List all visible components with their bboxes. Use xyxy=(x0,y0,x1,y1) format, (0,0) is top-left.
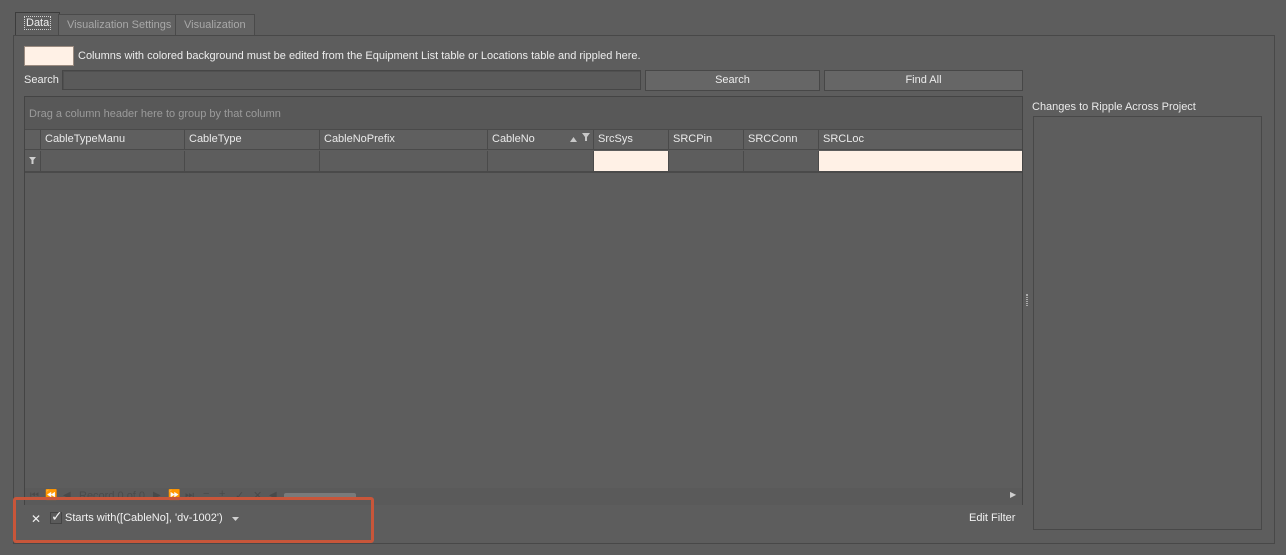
column-header-label: SRCPin xyxy=(673,133,713,145)
tab-visualization[interactable]: Visualization xyxy=(175,14,255,35)
filter-cell-srcpin[interactable] xyxy=(669,151,744,173)
colored-background-swatch xyxy=(24,46,74,66)
column-header-cablenoprefix[interactable]: CableNoPrefix xyxy=(320,130,488,150)
column-header-label: CableType xyxy=(189,133,242,145)
filter-icon[interactable] xyxy=(582,133,590,141)
filter-cell-cabletype[interactable] xyxy=(185,151,320,173)
column-header-cabletype[interactable]: CableType xyxy=(185,130,320,150)
ripple-changes-title: Changes to Ripple Across Project xyxy=(1032,101,1196,113)
filter-cell-cablenoprefix[interactable] xyxy=(320,151,488,173)
colored-columns-notice: Columns with colored background must be … xyxy=(78,50,641,62)
column-header-cableno[interactable]: CableNo xyxy=(488,130,594,150)
tab-data-label: Data xyxy=(24,16,52,30)
edit-filter-button[interactable]: Edit Filter xyxy=(969,512,1015,524)
panel-splitter[interactable] xyxy=(1026,294,1028,306)
filter-cell-cableno[interactable] xyxy=(488,151,594,173)
filter-cell-srcsys[interactable] xyxy=(594,151,669,173)
column-header-label: SRCConn xyxy=(748,133,798,145)
column-header-label: CableNo xyxy=(492,133,535,145)
sort-ascending-icon xyxy=(570,137,577,142)
column-header-cabletypemanu[interactable]: CableTypeManu xyxy=(41,130,185,150)
filter-cell-srcconn[interactable] xyxy=(744,151,819,173)
filter-cell-cabletypemanu[interactable] xyxy=(41,151,185,173)
column-header-label: SrcSys xyxy=(598,133,633,145)
filter-row-indicator xyxy=(25,151,41,173)
search-input[interactable] xyxy=(62,70,641,90)
filter-cell-srcloc[interactable] xyxy=(819,151,1022,173)
scroll-right-icon[interactable]: ▶ xyxy=(1010,490,1016,499)
column-header-srcpin[interactable]: SRCPin xyxy=(669,130,744,150)
search-label: Search xyxy=(24,74,59,86)
group-panel-hint: Drag a column header here to group by th… xyxy=(29,108,281,120)
filter-highlight-box xyxy=(13,497,374,543)
column-header-label: CableNoPrefix xyxy=(324,133,395,145)
column-header-label: SRCLoc xyxy=(823,133,864,145)
tab-data[interactable]: Data xyxy=(15,12,61,36)
ripple-changes-list[interactable] xyxy=(1033,116,1262,530)
find-all-button[interactable]: Find All xyxy=(824,70,1023,91)
row-indicator-header xyxy=(25,130,41,150)
filter-row-icon xyxy=(29,157,36,164)
column-header-srcconn[interactable]: SRCConn xyxy=(744,130,819,150)
group-panel[interactable]: Drag a column header here to group by th… xyxy=(25,97,1022,130)
column-header-label: CableTypeManu xyxy=(45,133,126,145)
column-header-srcsys[interactable]: SrcSys xyxy=(594,130,669,150)
column-header-srcloc[interactable]: SRCLoc xyxy=(819,130,1022,150)
tab-visualization-settings[interactable]: Visualization Settings xyxy=(58,14,181,35)
search-button[interactable]: Search xyxy=(645,70,820,91)
